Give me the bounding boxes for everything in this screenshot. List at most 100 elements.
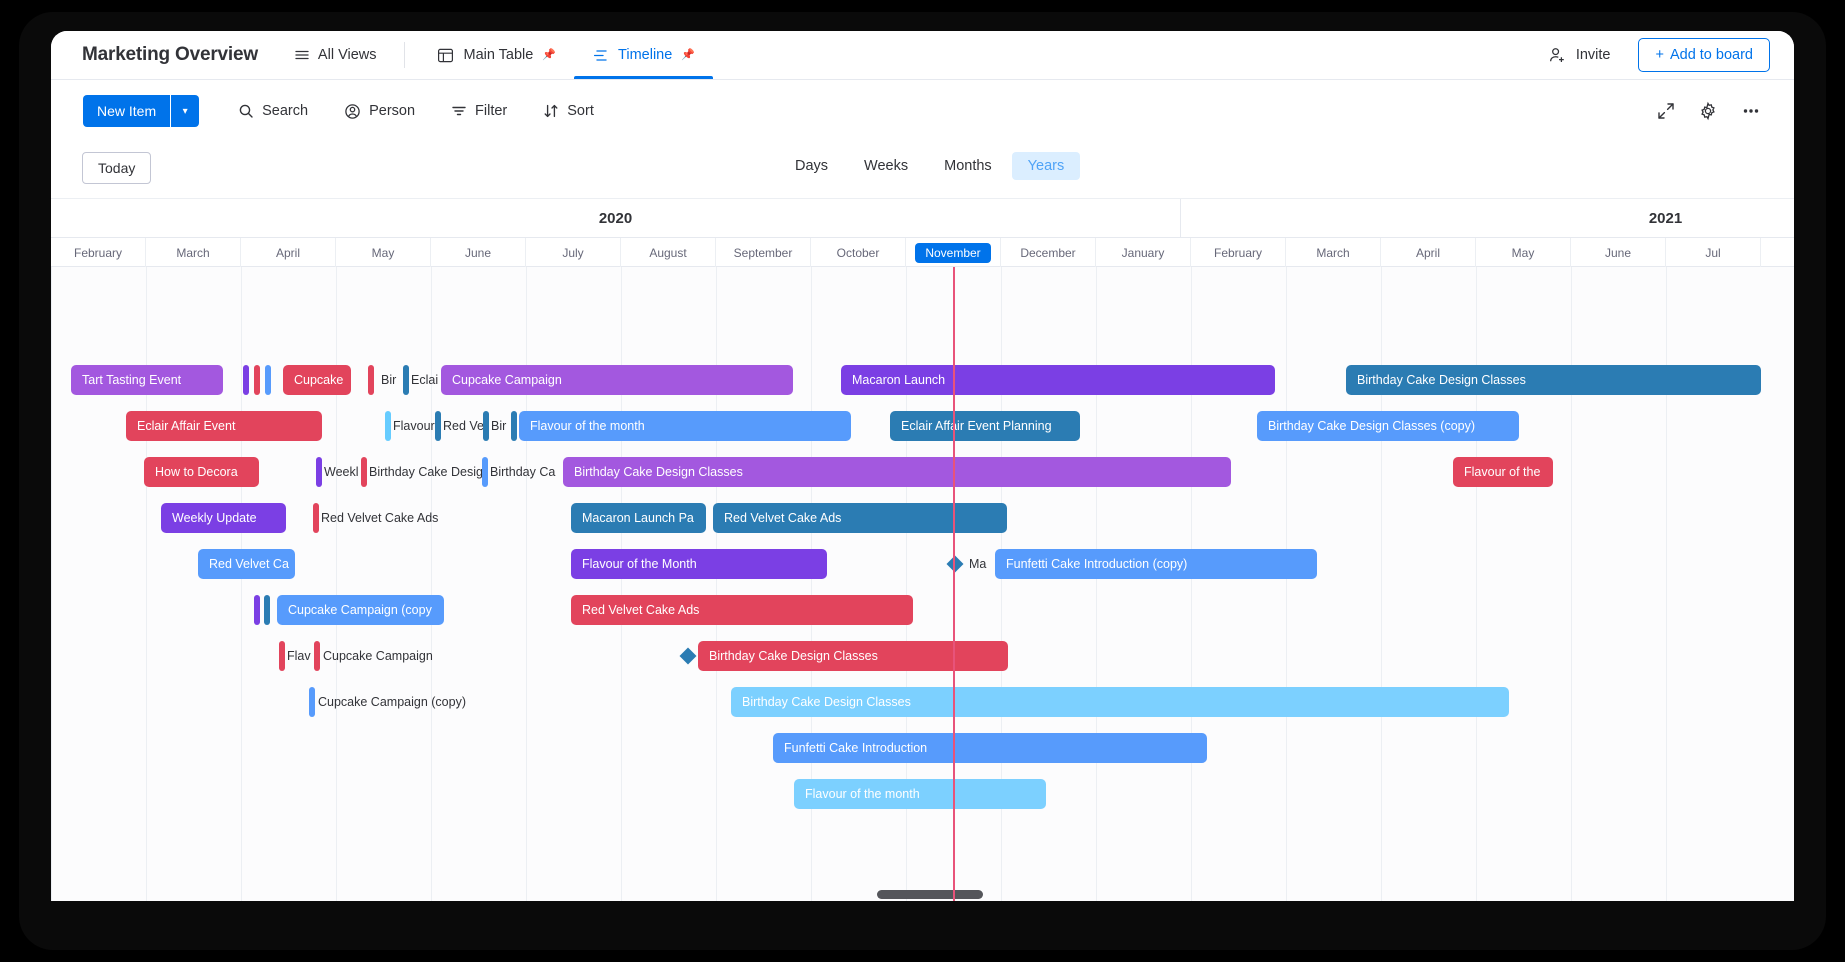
scrollbar-thumb[interactable]: [877, 890, 983, 899]
timescale-option-days[interactable]: Days: [779, 152, 844, 180]
timeline-bar[interactable]: Flavour of the month: [519, 411, 851, 441]
grid-line: [1191, 267, 1192, 901]
timeline-bar[interactable]: Macaron Launch: [841, 365, 1275, 395]
timeline-bar[interactable]: Funfetti Cake Introduction (copy): [995, 549, 1317, 579]
timeline-bar[interactable]: [511, 411, 517, 441]
timeline-bar[interactable]: Funfetti Cake Introduction: [773, 733, 1207, 763]
month-header-cell[interactable]: May: [1476, 238, 1571, 267]
month-header-cell[interactable]: August: [621, 238, 716, 267]
pin-icon: 📌: [542, 48, 556, 61]
month-header-cell[interactable]: April: [1381, 238, 1476, 267]
horizontal-scrollbar[interactable]: [51, 889, 1794, 901]
month-header-label: September: [724, 243, 803, 263]
timeline-bar[interactable]: [403, 365, 409, 395]
timeline-bar[interactable]: [254, 365, 260, 395]
timeline-bar[interactable]: Weekly Update: [161, 503, 286, 533]
timeline-bar[interactable]: Cupcake Campaign: [441, 365, 793, 395]
timeline-bar[interactable]: Birthday Cake Design Classes: [731, 687, 1509, 717]
timeline-bar[interactable]: [309, 687, 315, 717]
gear-icon[interactable]: [1698, 101, 1718, 121]
month-header-cell[interactable]: February: [51, 238, 146, 267]
month-header-cell[interactable]: February: [1191, 238, 1286, 267]
month-header-cell[interactable]: June: [431, 238, 526, 267]
new-item-button[interactable]: New Item: [83, 95, 170, 127]
timeline-bar[interactable]: [482, 457, 488, 487]
timeline-bar[interactable]: [316, 457, 322, 487]
timeline-bar[interactable]: Flavour of the: [1453, 457, 1553, 487]
timeline-bar[interactable]: Birthday Cake Design Classes (copy): [1257, 411, 1519, 441]
filter-button[interactable]: Filter: [440, 96, 518, 126]
month-header-cell[interactable]: June: [1571, 238, 1666, 267]
timeline-bar[interactable]: [368, 365, 374, 395]
timeline-bar[interactable]: Birthday Cake Design Classes: [698, 641, 1008, 671]
timeline-bar-label: Eclair Affair Event Planning: [901, 419, 1052, 433]
timeline-bar[interactable]: [483, 411, 489, 441]
month-header-cell[interactable]: May: [336, 238, 431, 267]
month-header-cell[interactable]: November: [906, 238, 1001, 267]
timeline-bar-label: Macaron Launch Pa: [582, 511, 694, 525]
more-options-icon[interactable]: [1740, 100, 1762, 122]
milestone-diamond-icon[interactable]: [680, 648, 697, 665]
tab-timeline[interactable]: Timeline 📌: [574, 31, 713, 79]
month-header-cell[interactable]: April: [241, 238, 336, 267]
timeline-bar[interactable]: How to Decora: [144, 457, 259, 487]
sort-button[interactable]: Sort: [532, 96, 605, 126]
timeline-bar[interactable]: Red Velvet Ca: [198, 549, 295, 579]
timeline-bar[interactable]: Cupcake Campaign (copy: [277, 595, 444, 625]
month-header-cell[interactable]: December: [1001, 238, 1096, 267]
timeline-bar[interactable]: [279, 641, 285, 671]
grid-line: [716, 267, 717, 901]
timeline-bar[interactable]: [435, 411, 441, 441]
page-title: Marketing Overview: [82, 44, 258, 66]
timeline-bar[interactable]: [385, 411, 391, 441]
month-header-cell[interactable]: October: [811, 238, 906, 267]
plus-icon: +: [1655, 47, 1663, 63]
timeline-bar[interactable]: Red Velvet Cake Ads: [713, 503, 1007, 533]
person-filter-button[interactable]: Person: [333, 96, 426, 127]
add-to-board-button[interactable]: + Add to board: [1638, 38, 1770, 72]
timeline-bar[interactable]: Eclair Affair Event Planning: [890, 411, 1080, 441]
timeline-bar[interactable]: [265, 365, 271, 395]
timeline-bar[interactable]: Red Velvet Cake Ads: [571, 595, 913, 625]
timeline-bar[interactable]: Eclair Affair Event: [126, 411, 322, 441]
invite-button[interactable]: Invite: [1536, 40, 1623, 71]
timeline-bar[interactable]: Macaron Launch Pa: [571, 503, 706, 533]
all-views-button[interactable]: All Views: [280, 31, 391, 79]
timeline-bar[interactable]: Birthday Cake Design Classes: [563, 457, 1231, 487]
timeline-bar[interactable]: Birthday Cake Design Classes: [1346, 365, 1761, 395]
timeline-bar[interactable]: [243, 365, 249, 395]
today-button[interactable]: Today: [82, 152, 151, 184]
timeline-grid-body[interactable]: Tart Tasting EventCupcakeBirEclaiCupcake…: [51, 267, 1794, 901]
timeline-bar[interactable]: [313, 503, 319, 533]
timeline-bar[interactable]: Tart Tasting Event: [71, 365, 223, 395]
device-frame: Marketing Overview All Views Main Table …: [0, 0, 1845, 962]
timeline-bar[interactable]: Cupcake: [283, 365, 351, 395]
month-header-cell[interactable]: March: [146, 238, 241, 267]
month-header-cell[interactable]: March: [1286, 238, 1381, 267]
month-header-label: June: [455, 243, 501, 263]
expand-icon[interactable]: [1656, 101, 1676, 121]
timeline-bar[interactable]: Flavour of the Month: [571, 549, 827, 579]
person-label: Person: [369, 103, 415, 119]
timeline-bar[interactable]: [361, 457, 367, 487]
month-header-cell[interactable]: July: [526, 238, 621, 267]
new-item-dropdown-arrow[interactable]: ▾: [171, 95, 199, 127]
timeline-bar[interactable]: [314, 641, 320, 671]
timeline-bar[interactable]: [264, 595, 270, 625]
month-header-cell[interactable]: September: [716, 238, 811, 267]
timeline-bar[interactable]: [254, 595, 260, 625]
timeline-bar[interactable]: Flavour of the month: [794, 779, 1046, 809]
timescale-option-weeks[interactable]: Weeks: [848, 152, 924, 180]
search-button[interactable]: Search: [227, 96, 319, 126]
timeline-viewport[interactable]: 20202021 FebruaryMarchAprilMayJuneJulyAu…: [51, 199, 1794, 901]
milestone-diamond-icon[interactable]: [947, 556, 964, 573]
month-header-cell[interactable]: January: [1096, 238, 1191, 267]
invite-label: Invite: [1576, 47, 1611, 63]
timescale-option-months[interactable]: Months: [928, 152, 1008, 180]
month-header-cell[interactable]: Jul: [1666, 238, 1761, 267]
timescale-row: Today Days Weeks Months Years: [51, 142, 1794, 199]
timescale-option-years[interactable]: Years: [1012, 152, 1081, 180]
timeline-bar-label: Red Velvet Cake Ads: [724, 511, 841, 525]
timeline-bar-label: Flavour of the month: [530, 419, 645, 433]
tab-main-table[interactable]: Main Table 📌: [419, 31, 574, 79]
